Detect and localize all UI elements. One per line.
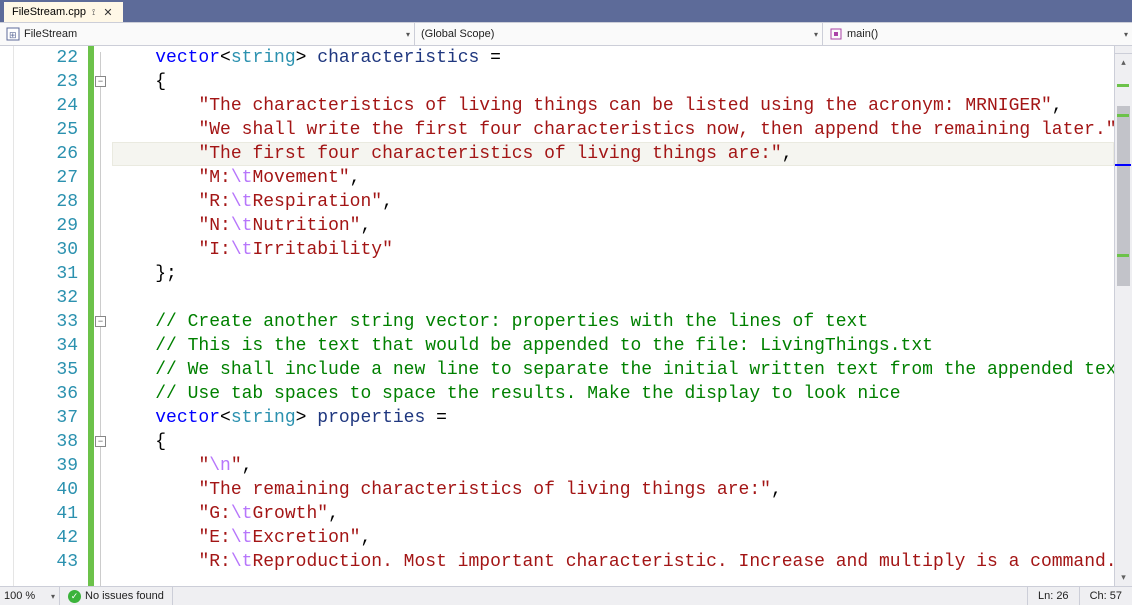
code-line[interactable]: [112, 286, 1114, 310]
code-line[interactable]: "The characteristics of living things ca…: [112, 94, 1114, 118]
scroll-thumb[interactable]: [1117, 106, 1130, 286]
line-number: 30: [14, 238, 78, 262]
code-line[interactable]: {: [112, 70, 1114, 94]
line-number: 32: [14, 286, 78, 310]
check-circle-icon: ✓: [68, 590, 81, 603]
line-number: 23: [14, 70, 78, 94]
outline-toggle[interactable]: −: [95, 316, 106, 327]
code-line[interactable]: {: [112, 430, 1114, 454]
line-number-gutter: 2223242526272829303132333435363738394041…: [14, 46, 88, 586]
code-line[interactable]: "R:\tRespiration",: [112, 190, 1114, 214]
navigation-bar: ⊞ FileStream ▾ (Global Scope) ▾ main() ▾: [0, 22, 1132, 46]
code-line[interactable]: "G:\tGrowth",: [112, 502, 1114, 526]
document-tab[interactable]: FileStream.cpp ⟟ ✕: [4, 2, 123, 22]
code-line[interactable]: "M:\tMovement",: [112, 166, 1114, 190]
code-line[interactable]: };: [112, 262, 1114, 286]
code-editor: 2223242526272829303132333435363738394041…: [0, 46, 1132, 586]
scope-label: (Global Scope): [421, 28, 494, 40]
document-tab-bar: FileStream.cpp ⟟ ✕: [0, 0, 1132, 22]
line-number: 38: [14, 430, 78, 454]
line-number: 39: [14, 454, 78, 478]
line-number: 36: [14, 382, 78, 406]
code-line[interactable]: "\n",: [112, 454, 1114, 478]
member-label: main(): [847, 28, 878, 40]
code-surface[interactable]: vector<string> characteristics = { "The …: [108, 46, 1114, 586]
line-number: 26: [14, 142, 78, 166]
outline-toggle[interactable]: −: [95, 76, 106, 87]
split-handle[interactable]: [1115, 46, 1132, 54]
scroll-up-arrow[interactable]: ▴: [1115, 54, 1132, 71]
code-line[interactable]: "The remaining characteristics of living…: [112, 478, 1114, 502]
line-number: 25: [14, 118, 78, 142]
cpp-file-icon: ⊞: [6, 27, 20, 41]
code-line[interactable]: // Use tab spaces to space the results. …: [112, 382, 1114, 406]
code-line[interactable]: "We shall write the first four character…: [112, 118, 1114, 142]
chevron-down-icon: ▾: [406, 30, 410, 39]
code-line[interactable]: // Create another string vector: propert…: [112, 310, 1114, 334]
code-line[interactable]: // This is the text that would be append…: [112, 334, 1114, 358]
line-number: 35: [14, 358, 78, 382]
line-number: 37: [14, 406, 78, 430]
line-number: 34: [14, 334, 78, 358]
code-line[interactable]: "N:\tNutrition",: [112, 214, 1114, 238]
zoom-dropdown[interactable]: 100 % ▾: [0, 587, 60, 605]
code-line[interactable]: "I:\tIrritability": [112, 238, 1114, 262]
code-line[interactable]: vector<string> properties =: [112, 406, 1114, 430]
line-number: 24: [14, 94, 78, 118]
line-number: 28: [14, 190, 78, 214]
status-bar: 100 % ▾ ✓ No issues found Ln: 26 Ch: 57: [0, 586, 1132, 605]
column-indicator[interactable]: Ch: 57: [1079, 587, 1132, 605]
issues-indicator[interactable]: ✓ No issues found: [60, 587, 173, 605]
svg-text:⊞: ⊞: [9, 30, 17, 40]
project-dropdown[interactable]: ⊞ FileStream ▾: [0, 23, 415, 45]
member-dropdown[interactable]: main() ▾: [823, 23, 1132, 45]
line-number: 31: [14, 262, 78, 286]
close-icon[interactable]: ✕: [101, 6, 114, 19]
code-line[interactable]: // We shall include a new line to separa…: [112, 358, 1114, 382]
outline-toggle[interactable]: −: [95, 436, 106, 447]
line-indicator[interactable]: Ln: 26: [1027, 587, 1079, 605]
line-number: 40: [14, 478, 78, 502]
line-number: 41: [14, 502, 78, 526]
code-line[interactable]: "The first four characteristics of livin…: [112, 142, 1114, 166]
scope-dropdown[interactable]: (Global Scope) ▾: [415, 23, 823, 45]
line-number: 27: [14, 166, 78, 190]
zoom-value: 100 %: [4, 590, 35, 602]
code-line[interactable]: "E:\tExcretion",: [112, 526, 1114, 550]
chevron-down-icon: ▾: [814, 30, 818, 39]
method-icon: [829, 27, 843, 41]
line-number: 29: [14, 214, 78, 238]
vertical-scrollbar[interactable]: ▴ ▾: [1114, 46, 1132, 586]
pin-icon[interactable]: ⟟: [92, 7, 95, 18]
line-number: 43: [14, 550, 78, 574]
project-label: FileStream: [24, 28, 77, 40]
code-line[interactable]: vector<string> characteristics =: [112, 46, 1114, 70]
tab-title: FileStream.cpp: [12, 6, 86, 18]
line-number: 22: [14, 46, 78, 70]
indicator-margin: [0, 46, 14, 586]
line-number: 42: [14, 526, 78, 550]
code-line[interactable]: "R:\tReproduction. Most important charac…: [112, 550, 1114, 574]
issues-text: No issues found: [85, 590, 164, 602]
scroll-down-arrow[interactable]: ▾: [1115, 569, 1132, 586]
line-number: 33: [14, 310, 78, 334]
chevron-down-icon: ▾: [1124, 30, 1128, 39]
chevron-down-icon: ▾: [51, 592, 55, 601]
outlining-margin: − − −: [94, 46, 108, 586]
